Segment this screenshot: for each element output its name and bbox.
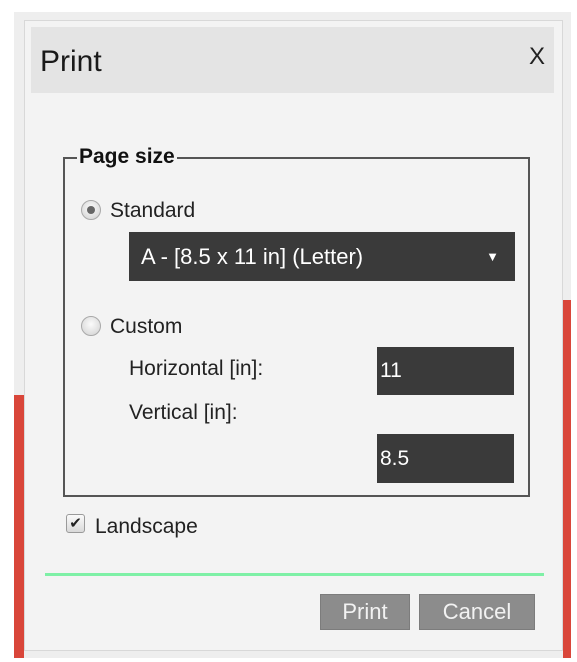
radio-selected-dot: [87, 206, 95, 214]
page-size-select-value: A - [8.5 x 11 in] (Letter): [141, 244, 364, 269]
vertical-label: Vertical [in]:: [129, 401, 238, 424]
standard-radio[interactable]: [81, 200, 101, 220]
horizontal-input[interactable]: [377, 347, 514, 395]
vertical-input[interactable]: [377, 434, 514, 483]
close-icon[interactable]: X: [529, 43, 545, 71]
page-size-select[interactable]: A - [8.5 x 11 in] (Letter) ▼: [129, 232, 515, 281]
dialog-title: Print: [40, 45, 102, 78]
landscape-label[interactable]: Landscape: [95, 515, 198, 539]
print-dialog: Print X Page size Standard A - [8.5 x 11…: [24, 20, 563, 651]
checkmark-icon: ✔: [69, 515, 82, 532]
cancel-button[interactable]: Cancel: [419, 594, 535, 630]
standard-label[interactable]: Standard: [110, 199, 195, 223]
background-red-strip-left: [14, 395, 24, 658]
landscape-checkbox[interactable]: ✔: [66, 514, 85, 533]
print-button[interactable]: Print: [320, 594, 410, 630]
background-red-strip-right: [563, 300, 571, 658]
horizontal-label: Horizontal [in]:: [129, 357, 264, 380]
footer-divider: [45, 573, 544, 576]
chevron-down-icon: ▼: [486, 249, 499, 264]
custom-radio[interactable]: [81, 316, 101, 336]
page-size-legend: Page size: [77, 145, 177, 169]
custom-label[interactable]: Custom: [110, 315, 182, 339]
dialog-titlebar: Print X: [31, 27, 554, 93]
